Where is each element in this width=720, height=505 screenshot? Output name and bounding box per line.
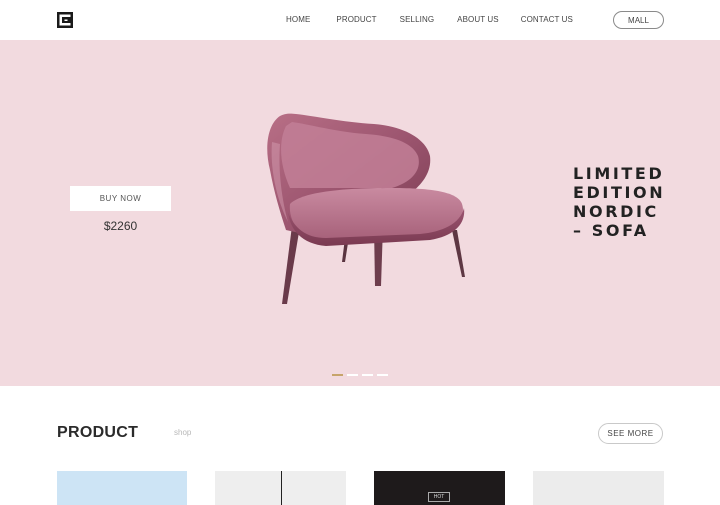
hero-title-line: NORDIC — [573, 202, 659, 221]
nav-home[interactable]: HOME — [286, 15, 310, 24]
product-image-detail — [281, 471, 282, 505]
square-logo-icon[interactable] — [57, 12, 73, 28]
product-card[interactable] — [57, 471, 187, 505]
product-card[interactable] — [215, 471, 346, 505]
product-price: $2260 — [103, 219, 138, 233]
hero-title-line: EDITION — [573, 183, 666, 202]
mall-button[interactable]: MALL — [613, 11, 664, 29]
nav-about-us[interactable]: ABOUT US — [457, 15, 499, 24]
hero-title-line: – SOFA — [573, 221, 649, 240]
section-tag[interactable]: shop — [174, 428, 191, 437]
hero-title: LIMITED EDITION NORDIC – SOFA — [573, 164, 665, 240]
main-nav: HOME PRODUCT SELLING ABOUT US CONTACT US — [286, 15, 573, 24]
see-more-button[interactable]: SEE MORE — [598, 423, 663, 444]
site-header: HOME PRODUCT SELLING ABOUT US CONTACT US… — [0, 0, 720, 40]
slider-dot-3[interactable] — [362, 374, 373, 376]
hot-badge: HOT — [428, 492, 450, 502]
slider-pagination — [332, 374, 392, 376]
nav-product[interactable]: PRODUCT — [336, 15, 376, 24]
slider-dot-2[interactable] — [347, 374, 358, 376]
product-card[interactable]: HOT — [374, 471, 505, 505]
slider-dot-4[interactable] — [377, 374, 388, 376]
pink-velvet-armchair-image — [267, 113, 465, 304]
product-card[interactable] — [533, 471, 664, 505]
section-title: PRODUCT — [57, 424, 139, 441]
slider-dot-1[interactable] — [332, 374, 343, 376]
hero-banner: BUY NOW $2260 LIMITED EDITION NORDIC – S… — [0, 40, 720, 386]
buy-now-button[interactable]: BUY NOW — [70, 186, 171, 211]
nav-contact-us[interactable]: CONTACT US — [521, 15, 573, 24]
nav-selling[interactable]: SELLING — [400, 15, 435, 24]
hero-title-line: LIMITED — [573, 164, 665, 183]
